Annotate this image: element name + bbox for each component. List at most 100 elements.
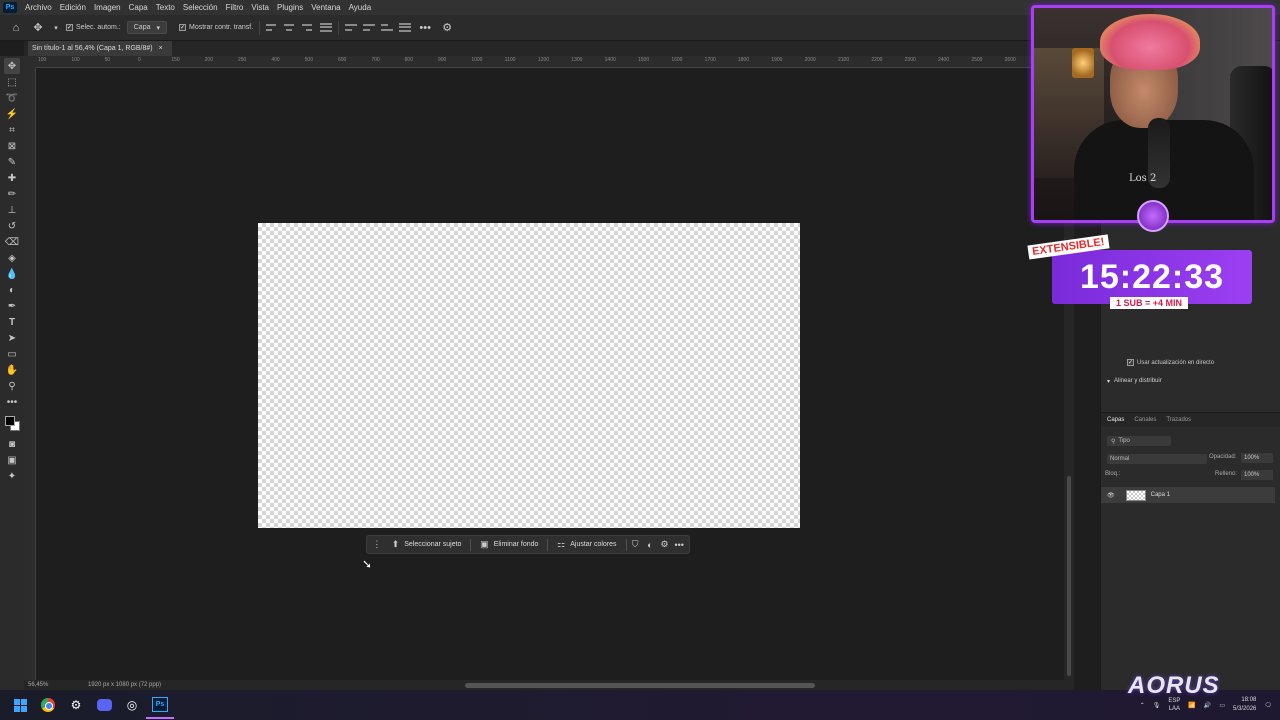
align-distribute-header[interactable]: ▾ Alinear y distribuir <box>1107 378 1162 385</box>
generative-icon[interactable]: ✦ <box>4 468 20 484</box>
path-selection-tool-icon[interactable]: ➤ <box>4 330 20 346</box>
distribute-icon[interactable] <box>320 23 333 33</box>
tab-layers[interactable]: Capas <box>1107 417 1124 423</box>
align-center-icon[interactable] <box>284 23 296 33</box>
chevron-up-icon[interactable]: ⌃ <box>1140 702 1145 709</box>
foreground-color-swatch[interactable] <box>5 416 15 426</box>
document-canvas[interactable] <box>258 223 800 528</box>
layer-name[interactable]: Capa 1 <box>1151 492 1170 498</box>
menu-ayuda[interactable]: Ayuda <box>345 3 376 12</box>
menu-plugins[interactable]: Plugins <box>273 3 307 12</box>
clone-stamp-tool-icon[interactable]: ⊥ <box>4 202 20 218</box>
quick-mask-icon[interactable]: ◙ <box>4 436 20 452</box>
more-options-icon[interactable]: ••• <box>417 20 433 36</box>
close-icon[interactable]: × <box>159 45 163 52</box>
layer-filter-dropdown[interactable]: ⚲ Tipo <box>1107 436 1171 446</box>
menu-seleccion[interactable]: Selección <box>179 3 222 12</box>
menu-filtro[interactable]: Filtro <box>222 3 248 12</box>
battery-icon[interactable]: ▭ <box>1219 702 1225 709</box>
opacity-input[interactable]: 100% <box>1241 453 1273 463</box>
layer-row[interactable]: 👁 Capa 1 <box>1101 487 1275 503</box>
menu-imagen[interactable]: Imagen <box>90 3 125 12</box>
type-tool-icon[interactable]: T <box>4 314 20 330</box>
select-subject-button[interactable]: ⬆ Seleccionar sujeto <box>386 537 468 552</box>
lasso-tool-icon[interactable]: ➰ <box>4 90 20 106</box>
eyedropper-tool-icon[interactable]: ✎ <box>4 154 20 170</box>
more-options-icon[interactable]: ••• <box>673 537 685 552</box>
blend-mode-dropdown[interactable]: Normal <box>1107 454 1207 464</box>
crop-tool-icon[interactable]: ⌗ <box>4 122 20 138</box>
taskbar-steam[interactable]: ⚙ <box>62 691 90 719</box>
microphone-icon[interactable]: 🎙 <box>1153 702 1161 709</box>
menu-texto[interactable]: Texto <box>152 3 179 12</box>
rectangle-tool-icon[interactable]: ▭ <box>4 346 20 362</box>
menu-capa[interactable]: Capa <box>125 3 152 12</box>
edit-toolbar-icon[interactable]: ••• <box>4 394 20 410</box>
pen-tool-icon[interactable]: ✒ <box>4 298 20 314</box>
tab-channels[interactable]: Canales <box>1134 417 1156 423</box>
align-middle-icon[interactable] <box>363 23 376 33</box>
taskbar-obs[interactable]: ◎ <box>118 691 146 719</box>
zoom-tool-icon[interactable]: ⚲ <box>4 378 20 394</box>
hand-tool-icon[interactable]: ✋ <box>4 362 20 378</box>
menu-ventana[interactable]: Ventana <box>307 3 344 12</box>
paint-bucket-tool-icon[interactable]: ◈ <box>4 250 20 266</box>
chevron-down-icon[interactable]: ▾ <box>52 20 60 36</box>
align-bottom-icon[interactable] <box>381 23 394 33</box>
volume-icon[interactable]: 🔊 <box>1204 702 1211 709</box>
marquee-tool-icon[interactable]: ⬚ <box>4 74 20 90</box>
document-tab[interactable]: Sin título-1 al 56,4% (Capa 1, RGB/8#) × <box>28 41 172 56</box>
notifications-icon[interactable]: 🗨 <box>1264 702 1272 709</box>
photoshop-logo[interactable]: Ps <box>3 2 17 13</box>
taskbar-discord[interactable] <box>90 691 118 719</box>
menu-edicion[interactable]: Edición <box>56 3 90 12</box>
magic-wand-tool-icon[interactable]: ⚡ <box>4 106 20 122</box>
zoom-level[interactable]: 56,45% <box>24 682 80 688</box>
tab-paths[interactable]: Trazados <box>1166 417 1191 423</box>
adjust-colors-button[interactable]: ⚏ Ajustar colores <box>551 537 622 552</box>
move-tool-icon[interactable]: ✥ <box>30 20 46 36</box>
color-swatches[interactable] <box>3 414 21 432</box>
gear-icon[interactable]: ⚙ <box>439 20 455 36</box>
dodge-tool-icon[interactable]: ◐ <box>4 282 20 298</box>
taskbar-chrome[interactable] <box>34 691 62 719</box>
brush-tool-icon[interactable]: ✏ <box>4 186 20 202</box>
distribute-vertical-icon[interactable] <box>399 23 412 33</box>
history-brush-tool-icon[interactable]: ↺ <box>4 218 20 234</box>
menu-vista[interactable]: Vista <box>247 3 273 12</box>
eye-icon[interactable]: 👁 <box>1107 492 1115 499</box>
home-icon[interactable]: ⌂ <box>8 20 24 36</box>
vertical-scrollbar-thumb[interactable] <box>1067 476 1071 676</box>
show-transform-option[interactable]: ✓ Mostrar contr. transf. <box>179 24 253 31</box>
contrast-icon[interactable]: ◐ <box>644 537 656 552</box>
auto-select-checkbox[interactable]: ✓ <box>66 24 73 31</box>
horizontal-ruler[interactable]: 100 100 50 0 150 200 250 400 500 600 700 800 900 1000… <box>36 56 1064 68</box>
drag-handle-icon[interactable]: ⋮ <box>371 537 383 552</box>
move-tool-icon[interactable]: ✥ <box>4 58 20 74</box>
taskbar-photoshop[interactable]: Ps <box>146 691 174 719</box>
vertical-ruler[interactable] <box>24 68 36 680</box>
transform-icon[interactable]: ⛉ <box>629 537 641 552</box>
align-top-icon[interactable] <box>345 23 358 33</box>
healing-brush-tool-icon[interactable]: ✚ <box>4 170 20 186</box>
horizontal-scrollbar[interactable] <box>465 683 815 688</box>
menu-archivo[interactable]: Archivo <box>21 3 56 12</box>
auto-select-dropdown[interactable]: Capa ▾ <box>126 21 167 34</box>
show-transform-checkbox[interactable]: ✓ <box>179 24 186 31</box>
screen-mode-icon[interactable]: ▣ <box>4 452 20 468</box>
eraser-tool-icon[interactable]: ⌫ <box>4 234 20 250</box>
auto-select-option[interactable]: ✓ Selec. autom.: <box>66 24 121 31</box>
remove-background-button[interactable]: ▣ Eliminar fondo <box>474 537 544 552</box>
align-left-icon[interactable] <box>266 23 278 33</box>
start-button[interactable] <box>6 691 34 719</box>
fill-input[interactable]: 100% <box>1241 470 1273 480</box>
align-right-icon[interactable] <box>302 23 314 33</box>
clock[interactable]: 18:08 5/3/2026 <box>1233 696 1256 714</box>
blur-tool-icon[interactable]: 💧 <box>4 266 20 282</box>
frame-tool-icon[interactable]: ⊠ <box>4 138 20 154</box>
live-update-option[interactable]: ✓ Usar actualización en directo <box>1127 359 1214 366</box>
language-indicator[interactable]: ESP LAA <box>1168 697 1180 713</box>
adjustment-layer-icon[interactable]: ⚙ <box>659 537 671 552</box>
live-update-checkbox[interactable]: ✓ <box>1127 359 1134 366</box>
wifi-icon[interactable]: 📶 <box>1188 702 1195 709</box>
